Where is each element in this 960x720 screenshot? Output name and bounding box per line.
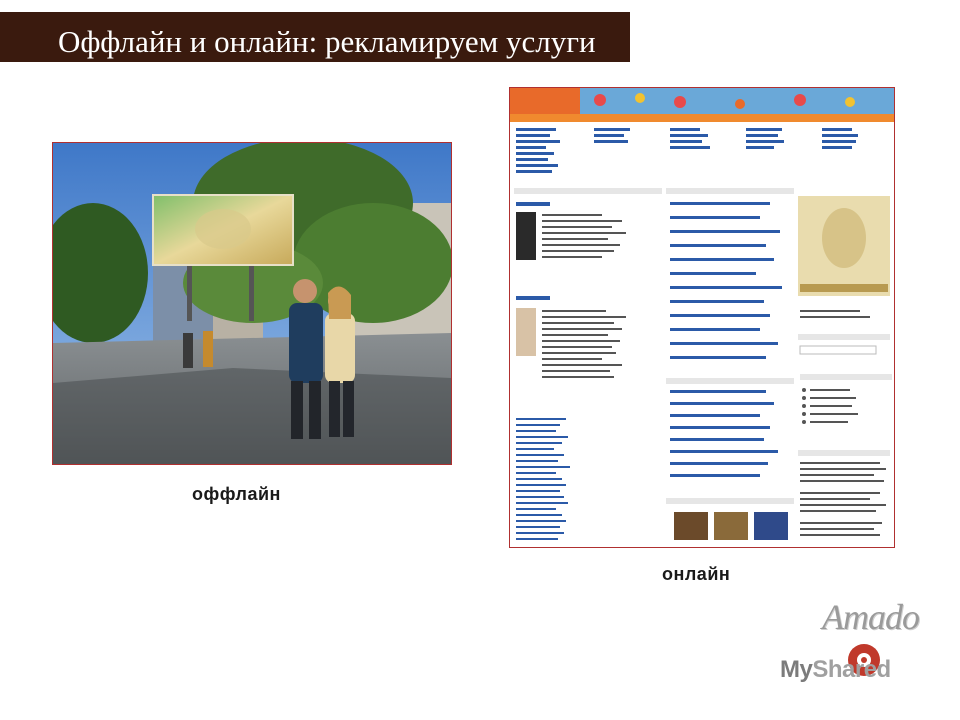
myshared-wordmark: MyShared bbox=[780, 656, 891, 684]
caption-offline: оффлайн bbox=[192, 484, 281, 504]
myshared-my: My bbox=[780, 656, 813, 683]
caption-online: онлайн bbox=[662, 564, 731, 584]
slide-title: Оффлайн и онлайн: рекламируем услуги bbox=[58, 24, 596, 59]
amado-logo: Amado bbox=[822, 597, 920, 637]
title-bar: Оффлайн и онлайн: рекламируем услуги bbox=[0, 12, 630, 62]
online-website-screenshot bbox=[509, 87, 895, 548]
myshared-logo: MyShared bbox=[752, 642, 932, 692]
offline-photo bbox=[52, 142, 452, 465]
myshared-shared: Shared bbox=[812, 656, 891, 683]
